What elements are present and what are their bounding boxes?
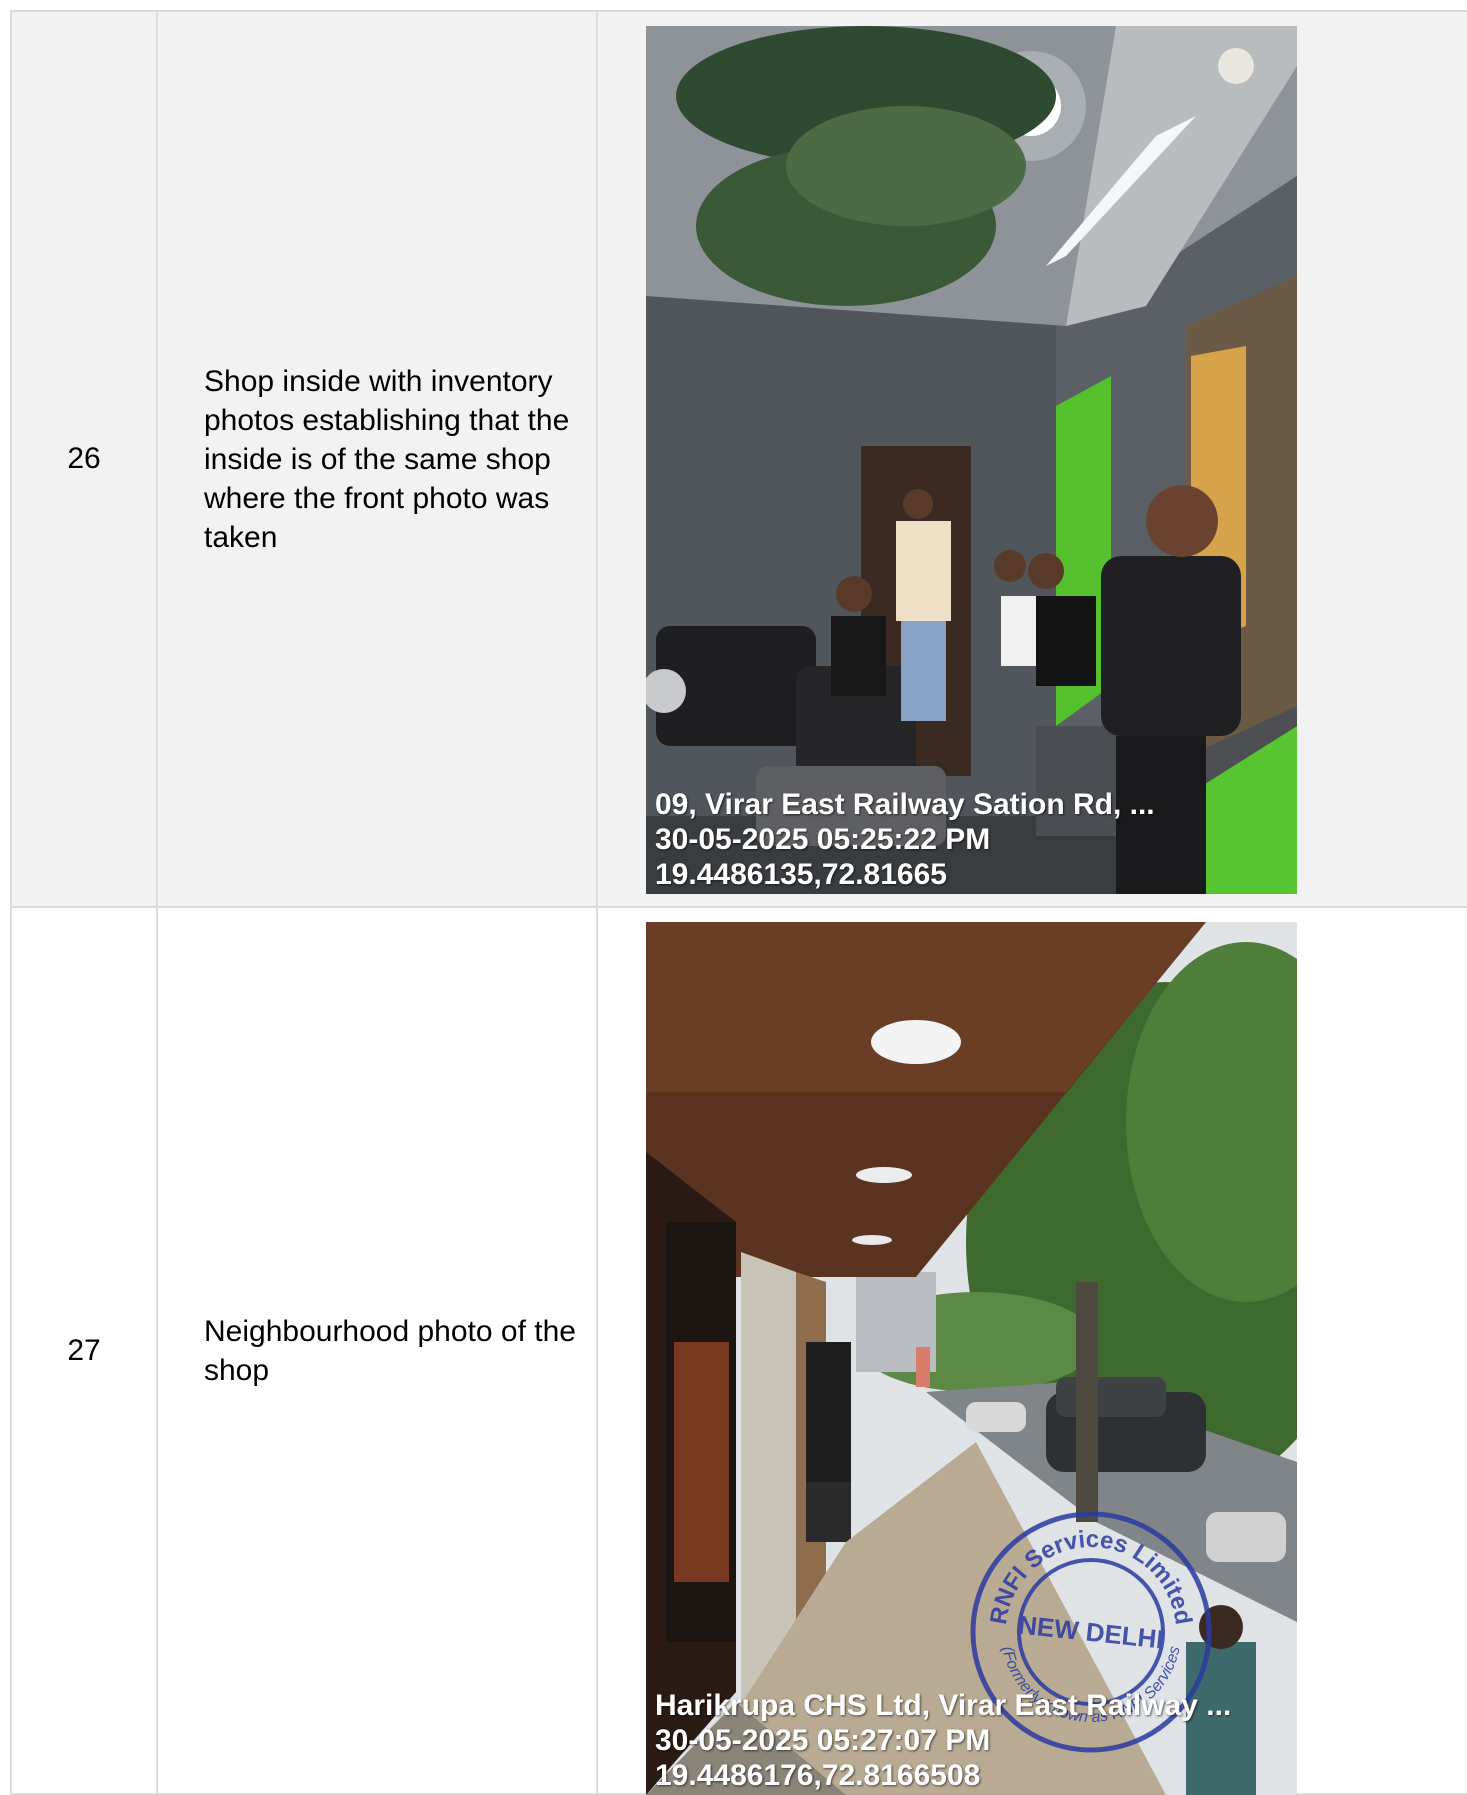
- geotag-address: Harikrupa CHS Ltd, Virar East Railway ..…: [655, 1689, 1232, 1722]
- geotag-address: 09, Virar East Railway Sation Rd, ...: [655, 788, 1155, 821]
- geotag-timestamp: 30-05-2025 05:27:07 PM: [655, 1724, 991, 1757]
- report-table: 26 Shop inside with inventory photos est…: [10, 10, 1467, 1795]
- table-row: 26 Shop inside with inventory photos est…: [12, 12, 1467, 908]
- row-description: Neighbourhood photo of the shop: [204, 1314, 576, 1387]
- photo-geotag-overlay: Harikrupa CHS Ltd, Virar East Railway ..…: [655, 1688, 1231, 1793]
- row-number: 26: [67, 442, 101, 475]
- neighbourhood-photo: RNFI Services Limited (Formerly Known as…: [646, 922, 1297, 1795]
- photo-cell: RNFI Services Limited (Formerly Known as…: [598, 908, 1467, 1795]
- geotag-coordinates: 19.4486135,72.81665: [655, 858, 947, 891]
- shop-interior-image: [646, 26, 1297, 894]
- row-number: 27: [67, 1333, 101, 1367]
- description-cell: Shop inside with inventory photos establ…: [158, 12, 598, 906]
- geotag-coordinates: 19.4486176,72.8166508: [655, 1759, 981, 1792]
- row-number-cell: 27: [12, 908, 158, 1793]
- row-number-cell: 26: [12, 12, 158, 906]
- photo-geotag-overlay: 09, Virar East Railway Sation Rd, ... 30…: [655, 787, 1155, 892]
- photo-cell: 09, Virar East Railway Sation Rd, ... 30…: [598, 12, 1467, 906]
- description-cell: Neighbourhood photo of the shop: [158, 908, 598, 1793]
- shop-interior-photo: 09, Virar East Railway Sation Rd, ... 30…: [646, 26, 1297, 894]
- geotag-timestamp: 30-05-2025 05:25:22 PM: [655, 823, 991, 856]
- svg-text:NEW DELHI: NEW DELHI: [1017, 1609, 1165, 1654]
- row-description: Shop inside with inventory photos establ…: [204, 364, 570, 554]
- table-row: 27 Neighbourhood photo of the shop RNFI …: [12, 908, 1467, 1795]
